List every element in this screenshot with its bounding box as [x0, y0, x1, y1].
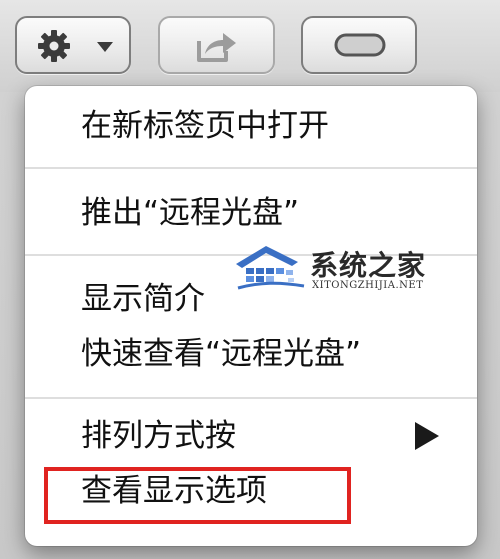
toolbar-toggle-button[interactable] [301, 16, 417, 74]
action-menu-button[interactable] [15, 16, 131, 74]
gear-icon [38, 30, 70, 62]
menu-item-quick-look[interactable]: 快速查看“远程光盘” [81, 334, 361, 374]
menu-separator [25, 397, 477, 399]
highlight-annotation [44, 467, 351, 524]
menu-item-arrange-by[interactable]: 排列方式按 [81, 416, 236, 456]
submenu-arrow-icon [415, 422, 439, 450]
chevron-down-icon [97, 42, 113, 52]
toggle-pill-icon [334, 33, 386, 57]
menu-item-get-info[interactable]: 显示简介 [81, 279, 205, 319]
share-arrow-icon [197, 33, 236, 62]
site-watermark: 系统之家 XITONGZHIJIA.NET [232, 240, 432, 300]
window-toolbar [0, 0, 500, 92]
watermark-subtitle: XITONGZHIJIA.NET [312, 280, 424, 291]
house-logo-icon [236, 246, 305, 290]
watermark-title: 系统之家 [310, 249, 427, 282]
menu-separator [25, 167, 477, 169]
menu-item-eject[interactable]: 推出“远程光盘” [81, 193, 299, 233]
share-button[interactable] [158, 16, 275, 74]
menu-item-open-new-tab[interactable]: 在新标签页中打开 [81, 106, 329, 146]
